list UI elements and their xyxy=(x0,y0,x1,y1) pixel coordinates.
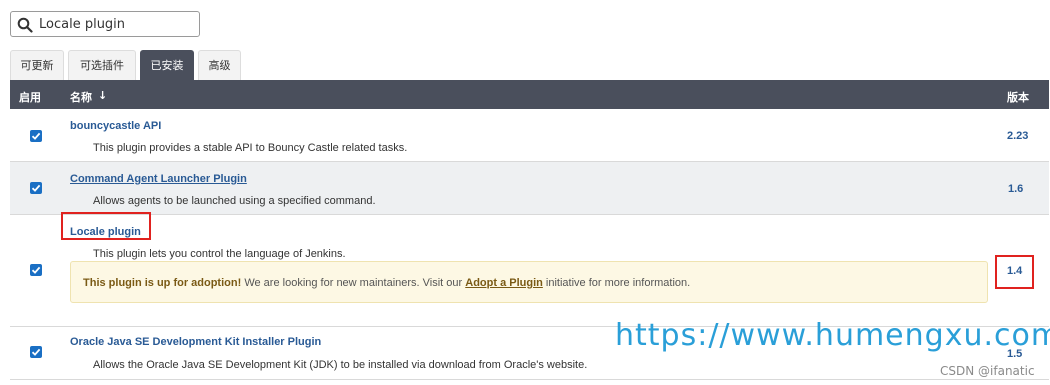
enable-checkbox[interactable] xyxy=(30,346,42,358)
plugin-description: Allows the Oracle Java SE Development Ki… xyxy=(93,359,588,371)
plugin-description: Allows agents to be launched using a spe… xyxy=(93,195,376,207)
plugin-name-link[interactable]: Command Agent Launcher Plugin xyxy=(70,173,247,185)
checkmark-icon xyxy=(31,132,41,140)
highlight-box-name xyxy=(61,212,151,240)
table-row: Command Agent Launcher Plugin Allows age… xyxy=(10,162,1049,215)
checkmark-icon xyxy=(31,184,41,192)
plugin-version-link[interactable]: 2.23 xyxy=(1007,130,1028,142)
plugin-description: This plugin lets you control the languag… xyxy=(93,248,346,260)
tab-updates[interactable]: 可更新 xyxy=(10,50,64,80)
enable-checkbox[interactable] xyxy=(30,130,42,142)
checkmark-icon xyxy=(31,348,41,356)
sort-arrow-icon[interactable]: ↓ xyxy=(98,89,107,102)
tab-installed[interactable]: 已安装 xyxy=(140,50,194,80)
watermark: https://www.humengxu.com xyxy=(615,318,1050,353)
table-row: Locale plugin This plugin lets you contr… xyxy=(10,215,1049,327)
header-version[interactable]: 版本 xyxy=(1007,89,1029,105)
adopt-plugin-link[interactable]: Adopt a Plugin xyxy=(465,277,543,289)
plugin-name-link[interactable]: Oracle Java SE Development Kit Installer… xyxy=(70,336,321,348)
plugin-version-link[interactable]: 1.6 xyxy=(1008,183,1023,195)
header-name[interactable]: 名称 xyxy=(70,89,92,105)
plugin-name-link[interactable]: bouncycastle API xyxy=(70,120,161,132)
search-icon xyxy=(17,17,33,33)
highlight-box-version xyxy=(995,255,1034,289)
credit-text: CSDN @ifanatic xyxy=(940,364,1035,378)
adoption-text-end: initiative for more information. xyxy=(542,277,691,289)
adoption-text: We are looking for new maintainers. Visi… xyxy=(241,277,466,289)
checkmark-icon xyxy=(31,266,41,274)
tab-available[interactable]: 可选插件 xyxy=(68,50,136,80)
enable-checkbox[interactable] xyxy=(30,182,42,194)
adoption-title: This plugin is up for adoption! xyxy=(83,277,242,289)
header-enabled[interactable]: 启用 xyxy=(19,89,41,105)
tab-advanced[interactable]: 高级 xyxy=(198,50,241,80)
plugin-description: This plugin provides a stable API to Bou… xyxy=(93,142,408,154)
search-input[interactable] xyxy=(39,14,194,34)
search-box[interactable] xyxy=(10,11,200,37)
table-header: 启用 名称 ↓ 版本 xyxy=(10,80,1049,109)
enable-checkbox[interactable] xyxy=(30,264,42,276)
table-row: bouncycastle API This plugin provides a … xyxy=(10,109,1049,162)
adoption-notice: This plugin is up for adoption! We are l… xyxy=(70,261,988,303)
